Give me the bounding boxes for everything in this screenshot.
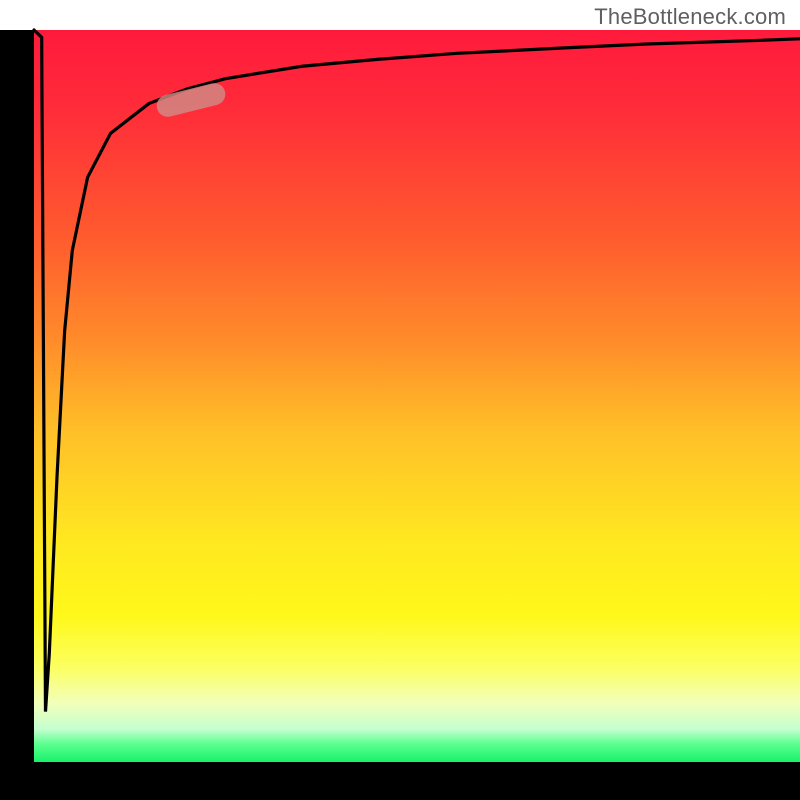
plot-area bbox=[34, 30, 800, 762]
x-axis-band bbox=[0, 762, 800, 800]
bottleneck-chart bbox=[0, 0, 800, 800]
chart-container: TheBottleneck.com bbox=[0, 0, 800, 800]
y-axis-band bbox=[0, 30, 34, 770]
